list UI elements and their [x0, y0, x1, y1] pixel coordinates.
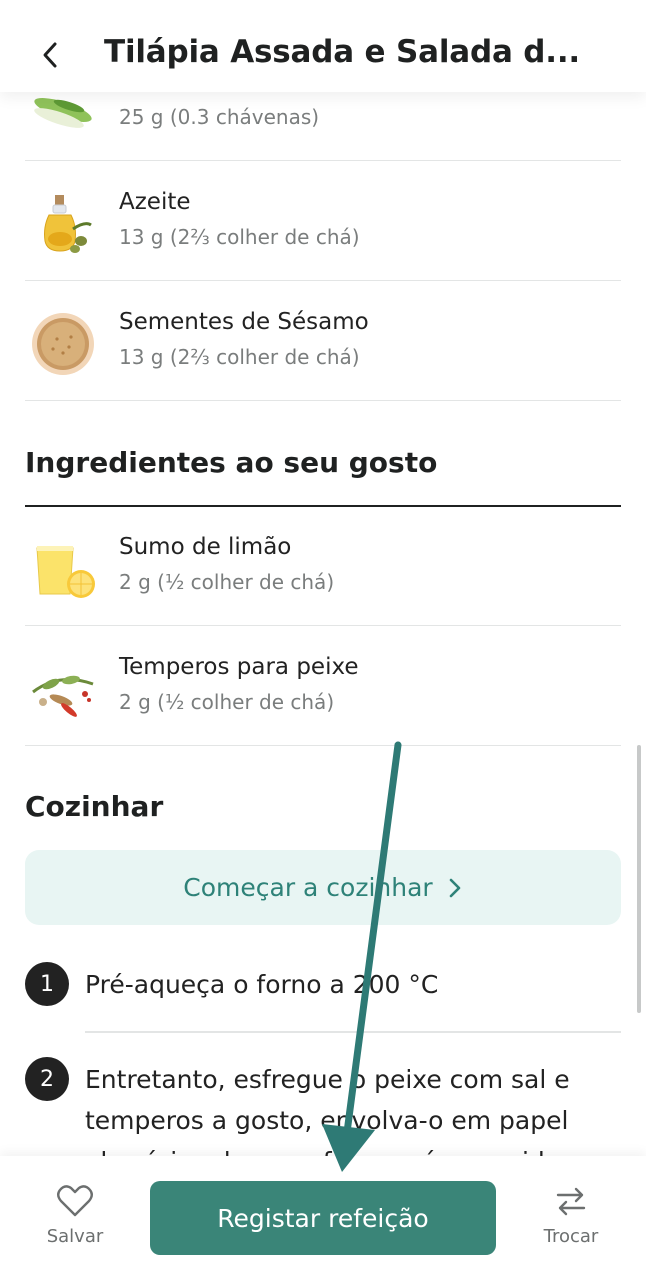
- ingredient-amount: 25 g (0.3 chávenas): [119, 105, 320, 129]
- start-cooking-label: Começar a cozinhar: [183, 873, 433, 902]
- heart-icon: [57, 1185, 93, 1217]
- chevron-left-icon: [43, 42, 57, 68]
- back-button[interactable]: [30, 30, 70, 80]
- bottom-action-bar: Salvar Registar refeição Trocar: [0, 1156, 646, 1280]
- start-cooking-button[interactable]: Começar a cozinhar: [25, 850, 621, 925]
- fish-spices-icon: [32, 675, 94, 717]
- leek-icon: [34, 98, 92, 128]
- ingredient-amount: 13 g (2⅔ colher de chá): [119, 225, 360, 249]
- ingredient-row[interactable]: Sumo de limão 2 g (½ colher de chá): [25, 506, 621, 626]
- step-number: 1: [25, 962, 69, 1006]
- ingredient-row[interactable]: Azeite 13 g (2⅔ colher de chá): [25, 161, 621, 281]
- ingredient-amount: 2 g (½ colher de chá): [119, 570, 335, 594]
- step-number: 2: [25, 1057, 69, 1101]
- to-taste-heading: Ingredientes ao seu gosto: [25, 446, 438, 479]
- ingredient-name: Temperos para peixe: [119, 654, 359, 680]
- recipe-page: Tilápia Assada e Salada d... 25 g (0.3 c…: [0, 0, 646, 1280]
- register-meal-label: Registar refeição: [217, 1203, 429, 1233]
- scrollbar[interactable]: [637, 745, 641, 1013]
- ingredient-amount: 2 g (½ colher de chá): [119, 690, 335, 714]
- save-button[interactable]: Salvar: [30, 1184, 120, 1247]
- top-bar: Tilápia Assada e Salada d...: [0, 0, 646, 92]
- olive-oil-icon: [44, 195, 92, 253]
- step-text: Pré-aqueça o forno a 200 °C: [85, 970, 439, 999]
- step-divider: [85, 1031, 621, 1033]
- lemon-juice-icon: [36, 546, 95, 598]
- ingredient-row[interactable]: Temperos para peixe 2 g (½ colher de chá…: [25, 626, 621, 746]
- chevron-right-icon: [449, 878, 461, 897]
- ingredient-row[interactable]: Sementes de Sésamo 13 g (2⅔ colher de ch…: [25, 281, 621, 401]
- ingredient-name: Sumo de limão: [119, 534, 292, 560]
- sesame-seeds-icon: [32, 313, 94, 375]
- swap-arrows-icon: [556, 1187, 586, 1216]
- swap-label: Trocar: [543, 1226, 599, 1247]
- ingredient-amount: 13 g (2⅔ colher de chá): [119, 345, 360, 369]
- save-label: Salvar: [46, 1226, 104, 1247]
- cook-heading: Cozinhar: [25, 790, 164, 823]
- ingredient-name: Azeite: [119, 189, 191, 215]
- register-meal-button[interactable]: Registar refeição: [150, 1181, 496, 1255]
- swap-button[interactable]: Trocar: [526, 1184, 616, 1247]
- page-title: Tilápia Assada e Salada d...: [104, 34, 580, 70]
- ingredient-name: Sementes de Sésamo: [119, 309, 369, 335]
